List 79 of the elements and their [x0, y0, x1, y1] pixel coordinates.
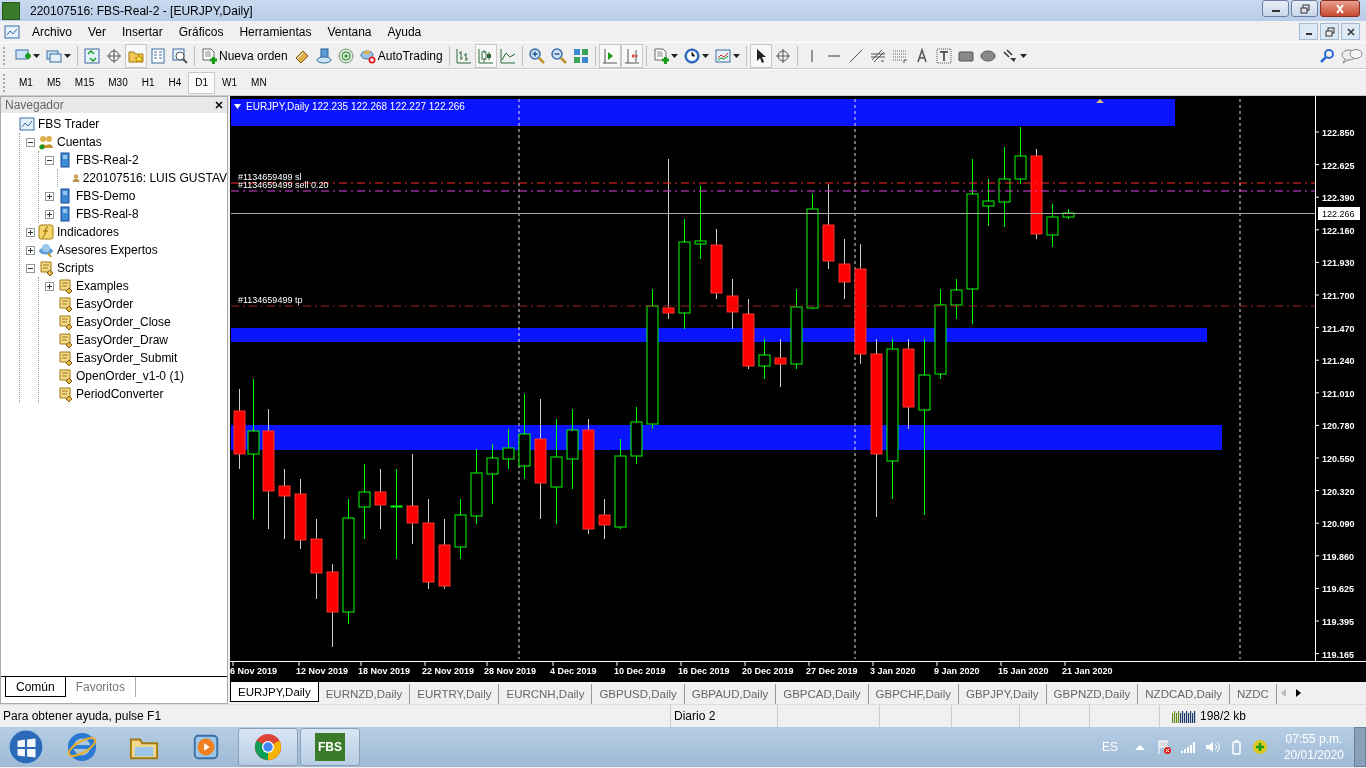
price-tick: 121.010 [1322, 388, 1355, 399]
tree-item[interactable]: Asesores Expertos [57, 243, 158, 257]
date-tick: 20 Dec 2019 [742, 666, 794, 676]
toolbar-button[interactable]: Nueva orden [198, 43, 291, 68]
tree-item[interactable]: Cuentas [57, 135, 102, 149]
price-tick: 122.850 [1322, 128, 1355, 138]
menu-item[interactable]: Ventana [319, 24, 380, 39]
order-label: #1134659499 tp [238, 295, 303, 305]
chart-symbol: EURJPY,Daily [246, 101, 310, 112]
date-tick: 10 Dec 2019 [614, 666, 666, 676]
timeframe-button[interactable]: MN [244, 71, 274, 94]
menu-item[interactable]: Ayuda [379, 24, 430, 39]
price-tick: 120.780 [1322, 421, 1355, 432]
date-tick: 16 Dec 2019 [678, 666, 730, 676]
timeframe-button[interactable]: D1 [188, 71, 216, 94]
taskbar-button[interactable]: FBS [300, 728, 360, 766]
traffic-status: 198/2 kb [1200, 709, 1247, 723]
timeframe-button[interactable]: H4 [161, 71, 189, 94]
window-title: 220107516: FBS-Real-2 - [EURJPY,Daily] [30, 3, 253, 18]
date-tick: 27 Dec 2019 [806, 666, 858, 676]
price-tick: 122.625 [1322, 160, 1355, 171]
tree-item[interactable]: OpenOrder_v1-0 (1) [76, 369, 185, 383]
date-tick: 28 Nov 2019 [484, 666, 537, 676]
menu-item[interactable]: Herramientas [231, 24, 320, 39]
price-tick: 119.860 [1322, 551, 1355, 562]
timeframe-button[interactable]: M1 [12, 71, 40, 94]
tree-item[interactable]: Scripts [57, 261, 94, 275]
menu-item[interactable]: Insertar [114, 24, 171, 39]
menu-item[interactable]: Gráficos [170, 24, 232, 39]
timeframe-button[interactable]: H1 [134, 71, 162, 94]
tree-item[interactable]: FBS Trader [38, 117, 100, 131]
price-tick: 122.160 [1322, 225, 1355, 236]
date-tick: 4 Dec 2019 [550, 666, 597, 676]
timeframe-button[interactable]: M15 [67, 71, 102, 94]
price-tick: 121.930 [1322, 258, 1355, 269]
timeframe-button[interactable]: M30 [101, 71, 135, 94]
toolbar-button[interactable]: AutoTrading [356, 43, 446, 68]
tree-item[interactable]: EasyOrder_Submit [76, 351, 178, 365]
timeframe-button[interactable]: M5 [39, 71, 68, 94]
panel-title: Navegador [5, 98, 64, 112]
tree-item[interactable]: PeriodConverter [76, 387, 164, 401]
price-tick: 121.240 [1322, 356, 1355, 367]
price-tick: 121.470 [1322, 323, 1355, 334]
date-tick: 3 Jan 2020 [870, 666, 916, 676]
timeframe-button[interactable]: W1 [215, 71, 245, 94]
date-tick: 6 Nov 2019 [230, 666, 278, 676]
tree-item[interactable]: Indicadores [57, 225, 120, 239]
price-tick: 120.320 [1322, 486, 1355, 497]
chart-quote: 122.235 122.268 122.227 122.266 [312, 101, 465, 112]
tree-item[interactable]: EasyOrder [76, 297, 134, 311]
tree-item[interactable]: Examples [76, 279, 129, 293]
price-tick: 122.390 [1322, 193, 1355, 204]
order-label: #1134659499 sell 0.20 [238, 180, 329, 190]
date-tick: 15 Jan 2020 [998, 666, 1049, 676]
menu-item[interactable]: Ver [80, 24, 115, 39]
price-tick: 120.090 [1322, 519, 1355, 530]
date-tick: 18 Nov 2019 [358, 666, 411, 676]
price-tick: 119.625 [1322, 584, 1355, 595]
date-tick: 9 Jan 2020 [934, 666, 980, 676]
price-tick: 119.165 [1322, 649, 1355, 660]
date-tick: 12 Nov 2019 [296, 666, 349, 676]
price-tick: 119.395 [1322, 617, 1355, 627]
price-tick: 121.700 [1322, 291, 1355, 301]
panel-tab[interactable]: Favoritos [65, 677, 137, 697]
menu-item[interactable]: Archivo [24, 24, 80, 39]
chart-tab[interactable]: EURJPY,Daily [230, 682, 319, 702]
tree-item[interactable]: FBS-Demo [76, 189, 136, 203]
tree-item[interactable]: EasyOrder_Draw [76, 333, 169, 347]
tree-item[interactable]: FBS-Real-8 [76, 207, 139, 221]
order-label: #1134659499 sl [238, 172, 302, 182]
tree-item[interactable]: 220107516: LUIS GUSTAV [82, 171, 227, 185]
date-tick: 21 Jan 2020 [1062, 666, 1113, 676]
fbs-logo: FBS [315, 733, 345, 761]
tree-item[interactable]: FBS-Real-2 [76, 153, 139, 167]
current-price-label: 122.266 [1318, 207, 1360, 220]
tree-item[interactable]: EasyOrder_Close [76, 315, 171, 329]
date-tick: 22 Nov 2019 [422, 666, 475, 676]
panel-tab[interactable]: Común [5, 677, 66, 697]
price-tick: 120.550 [1322, 454, 1355, 464]
